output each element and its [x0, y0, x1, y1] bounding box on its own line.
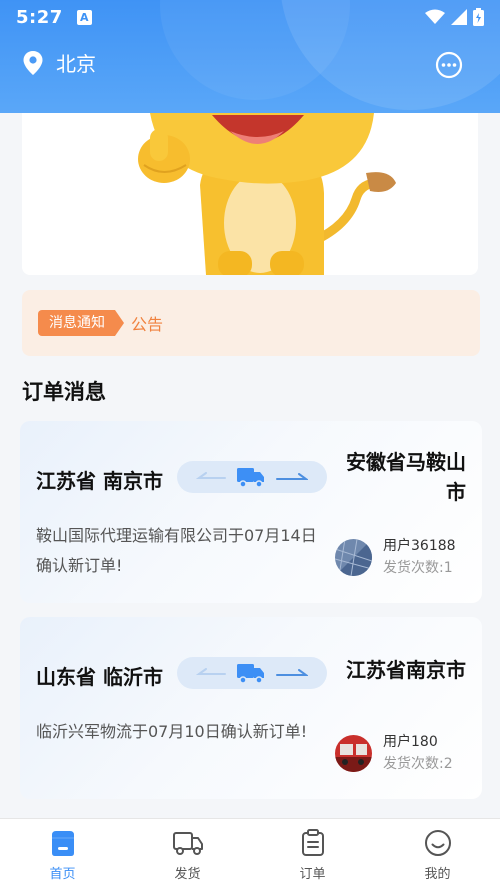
chat-bubble-icon — [435, 51, 463, 79]
tab-profile[interactable]: 我的 — [375, 819, 500, 888]
avatar — [335, 539, 372, 576]
top-header: 5:27 A 北京 — [0, 0, 500, 113]
promo-banner[interactable] — [22, 113, 478, 275]
tab-orders[interactable]: 订单 — [250, 819, 375, 888]
user-name: 用户36188 — [383, 538, 456, 554]
order-description: 鞍山国际代理运输有限公司于07月14日确认新订单! — [36, 526, 317, 575]
notice-tag: 消息通知 — [38, 310, 124, 336]
building-avatar-image — [335, 539, 372, 576]
avatar — [335, 735, 372, 772]
tab-home[interactable]: 首页 — [0, 819, 125, 888]
count-value: 2 — [443, 756, 453, 772]
order-card[interactable]: 山东省 临沂市 江苏省南京市 临沂兴军物流于07月10日确认新订单! 用户180… — [20, 617, 482, 799]
notice-bar[interactable]: 消息通知 公告 — [22, 290, 480, 356]
city-name: 北京 — [56, 52, 96, 76]
count-value: 1 — [443, 560, 453, 576]
bottom-tab-bar: 首页 发货 订单 我的 — [0, 818, 500, 888]
order-description: 临沂兴军物流于07月10日确认新订单! — [36, 722, 308, 741]
truck-avatar-image — [335, 735, 372, 772]
route-indicator — [177, 657, 327, 689]
notification-a-icon: A — [76, 9, 92, 25]
tab-label: 发货 — [174, 867, 201, 882]
notice-text[interactable]: 公告 — [131, 311, 163, 335]
right-arrow-icon — [276, 669, 308, 676]
wifi-icon — [425, 9, 445, 24]
left-arrow-icon — [196, 668, 226, 675]
order-origin: 江苏省 南京市 — [36, 469, 163, 493]
tab-label: 首页 — [49, 867, 76, 882]
user-name: 用户180 — [383, 734, 438, 750]
status-time: 5:27 — [16, 6, 63, 28]
count-label: 发货次数: — [383, 756, 444, 772]
lion-mascot-image — [138, 113, 396, 275]
shipment-count: 发货次数:2 — [383, 753, 453, 773]
truck-icon — [237, 664, 264, 684]
order-origin: 山东省 临沂市 — [36, 665, 163, 689]
tab-label: 订单 — [299, 867, 326, 882]
smiley-icon — [424, 830, 451, 856]
route-indicator — [177, 461, 327, 493]
right-arrow-icon — [276, 473, 308, 480]
clipboard-icon — [301, 829, 324, 856]
status-bar: 5:27 A — [0, 0, 500, 34]
truck-icon — [237, 468, 264, 488]
signal-icon — [451, 9, 467, 25]
left-arrow-icon — [196, 472, 226, 479]
home-icon — [51, 831, 74, 856]
tab-label: 我的 — [424, 867, 451, 882]
message-button[interactable] — [434, 50, 464, 80]
truck-icon — [172, 832, 203, 855]
order-card[interactable]: 江苏省 南京市 安徽省马鞍山市 鞍山国际代理运输有限公司于07月14日确认新订单… — [20, 421, 482, 603]
section-title: 订单消息 — [22, 380, 106, 404]
location-pin-icon — [23, 50, 43, 75]
location-selector[interactable]: 北京 — [22, 48, 96, 77]
battery-icon — [473, 8, 484, 26]
order-destination: 江苏省南京市 — [346, 658, 466, 682]
shipment-count: 发货次数:1 — [383, 557, 453, 577]
order-destination: 安徽省马鞍山市 — [346, 450, 466, 504]
count-label: 发货次数: — [383, 560, 444, 576]
status-icons — [425, 8, 484, 26]
tab-ship[interactable]: 发货 — [125, 819, 250, 888]
